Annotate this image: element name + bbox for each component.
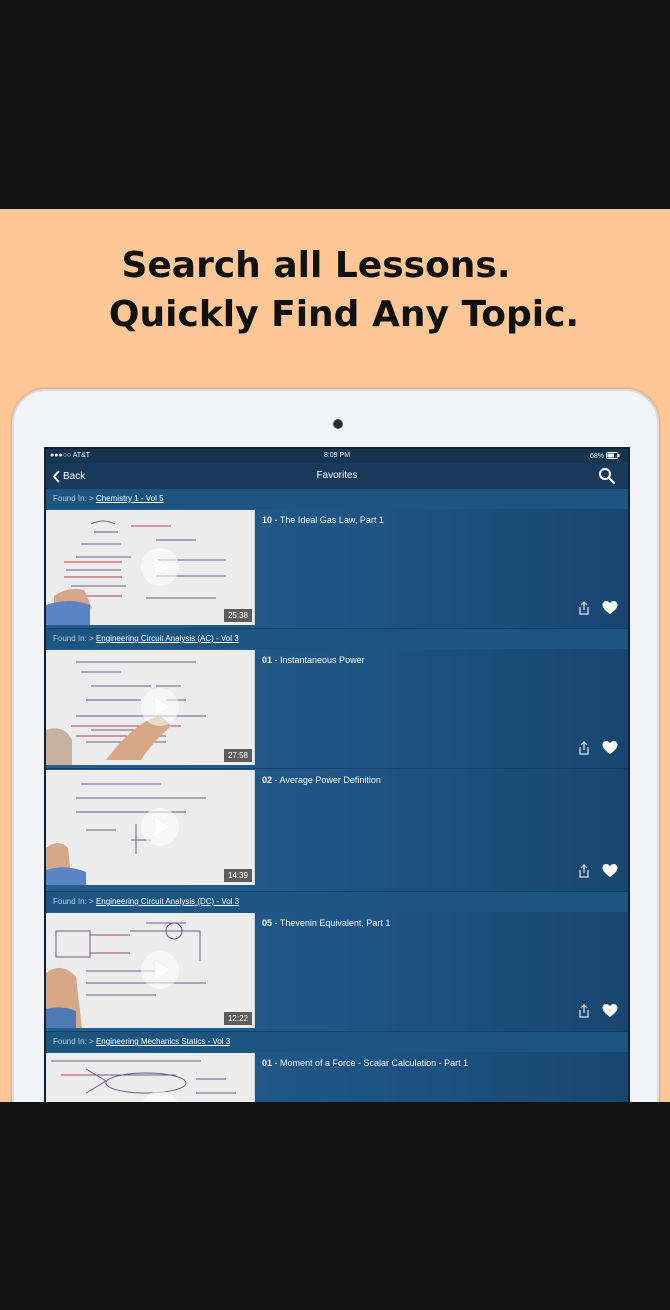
- found-in-separator: >: [89, 634, 94, 643]
- favorites-list: Found In: > Chemistry 1 - Vol 5 25:38 10…: [46, 489, 628, 1102]
- found-in-header: Found In: > Engineering Circuit Analysis…: [46, 892, 628, 912]
- lesson-title[interactable]: 02 - Average Power Definition: [262, 775, 381, 785]
- lesson-number: 02: [262, 775, 273, 785]
- lesson-actions: [576, 1003, 618, 1019]
- found-in-header: Found In: > Engineering Mechanics Static…: [46, 1032, 628, 1052]
- lesson-name: Moment of a Force - Scalar Calculation -…: [280, 1058, 469, 1068]
- lesson-title[interactable]: 01 - Instantaneous Power: [262, 655, 365, 665]
- share-icon[interactable]: [576, 863, 592, 879]
- bottom-letterbox: [0, 1102, 670, 1310]
- lesson-title[interactable]: 10 - The Ideal Gas Law, Part 1: [262, 515, 384, 525]
- found-in-label: Found In:: [53, 1037, 87, 1046]
- share-icon[interactable]: [576, 600, 592, 616]
- video-thumbnail[interactable]: 27:58: [46, 650, 255, 765]
- play-icon[interactable]: [141, 951, 179, 989]
- promo-banner: Search all Lessons. Quickly Find Any Top…: [0, 209, 670, 1102]
- video-thumbnail[interactable]: 25:38: [46, 510, 255, 625]
- lesson-title[interactable]: 05 - Thevenin Equivalent, Part 1: [262, 918, 390, 928]
- page-title: Favorites: [316, 470, 358, 481]
- headline-line-1: Search all Lessons.: [121, 245, 511, 286]
- found-in-header: Found In: > Engineering Circuit Analysis…: [46, 629, 628, 649]
- lesson-name: Thevenin Equivalent, Part 1: [279, 918, 391, 928]
- lesson-number: 05: [262, 918, 273, 928]
- lesson-row[interactable]: 27:58 01 - Instantaneous Power: [46, 649, 628, 769]
- lesson-separator: -: [272, 775, 280, 785]
- found-in-separator: >: [89, 1037, 94, 1046]
- play-icon[interactable]: [141, 548, 179, 586]
- lesson-separator: -: [272, 918, 280, 928]
- top-letterbox: [0, 0, 670, 209]
- lesson-number: 01: [262, 1058, 273, 1068]
- search-icon[interactable]: [598, 467, 616, 485]
- heart-icon[interactable]: [602, 600, 618, 616]
- promo-headline: Search all Lessons. Quickly Find Any Top…: [0, 241, 670, 339]
- heart-icon[interactable]: [602, 740, 618, 756]
- found-in-label: Found In:: [53, 897, 87, 906]
- battery-percent: 68%: [590, 453, 605, 460]
- lesson-row[interactable]: 12:22 05 - Thevenin Equivalent, Part 1: [46, 912, 628, 1032]
- lesson-actions: [576, 600, 618, 616]
- tablet-camera: [333, 419, 343, 429]
- lesson-number: 10: [262, 515, 273, 525]
- video-duration: 25:38: [223, 609, 252, 622]
- found-in-separator: >: [89, 897, 94, 906]
- battery-icon: [606, 452, 620, 459]
- video-thumbnail[interactable]: [46, 1053, 255, 1102]
- lesson-actions: [576, 863, 618, 879]
- lesson-actions: [576, 740, 618, 756]
- video-thumbnail[interactable]: 12:22: [46, 913, 255, 1028]
- video-duration: 27:58: [223, 749, 252, 762]
- lesson-number: 01: [262, 655, 273, 665]
- course-link[interactable]: Engineering Mechanics Statics - Vol 3: [96, 1037, 230, 1046]
- tablet-frame: ●●●○○ AT&T 8:09 PM 68% Back Favorites Fo…: [12, 389, 659, 1102]
- headline-line-2: Quickly Find Any Topic.: [108, 294, 580, 335]
- status-battery: 68%: [590, 452, 620, 460]
- lesson-separator: -: [272, 515, 280, 525]
- found-in-label: Found In:: [53, 494, 87, 503]
- video-duration: 12:22: [223, 1012, 252, 1025]
- navigation-bar: Back Favorites: [46, 463, 628, 489]
- video-duration: 14:39: [223, 869, 252, 882]
- status-bar: ●●●○○ AT&T 8:09 PM 68%: [46, 449, 628, 463]
- lesson-row[interactable]: 14:39 02 - Average Power Definition: [46, 769, 628, 892]
- lesson-separator: -: [272, 655, 281, 665]
- share-icon[interactable]: [576, 1003, 592, 1019]
- lesson-row[interactable]: 01 - Moment of a Force - Scalar Calculat…: [46, 1052, 628, 1102]
- found-in-header: Found In: > Chemistry 1 - Vol 5: [46, 489, 628, 509]
- share-icon[interactable]: [576, 740, 592, 756]
- lesson-name: Instantaneous Power: [280, 655, 365, 665]
- heart-icon[interactable]: [602, 863, 618, 879]
- play-icon[interactable]: [141, 808, 179, 846]
- lesson-title[interactable]: 01 - Moment of a Force - Scalar Calculat…: [262, 1058, 468, 1068]
- found-in-separator: >: [89, 494, 94, 503]
- video-thumbnail[interactable]: 14:39: [46, 770, 255, 885]
- course-link[interactable]: Engineering Circuit Analysis (DC) - Vol …: [96, 897, 239, 906]
- app-screen: ●●●○○ AT&T 8:09 PM 68% Back Favorites Fo…: [44, 447, 630, 1102]
- lesson-name: Average Power Definition: [279, 775, 381, 785]
- lesson-separator: -: [272, 1058, 281, 1068]
- lesson-row[interactable]: 25:38 10 - The Ideal Gas Law, Part 1: [46, 509, 628, 629]
- play-icon[interactable]: [141, 688, 179, 726]
- lesson-name: The Ideal Gas Law, Part 1: [279, 515, 384, 525]
- heart-icon[interactable]: [602, 1003, 618, 1019]
- course-link[interactable]: Engineering Circuit Analysis (AC) - Vol …: [96, 634, 239, 643]
- course-link[interactable]: Chemistry 1 - Vol 5: [96, 494, 164, 503]
- found-in-label: Found In:: [53, 634, 87, 643]
- status-time: 8:09 PM: [323, 452, 351, 459]
